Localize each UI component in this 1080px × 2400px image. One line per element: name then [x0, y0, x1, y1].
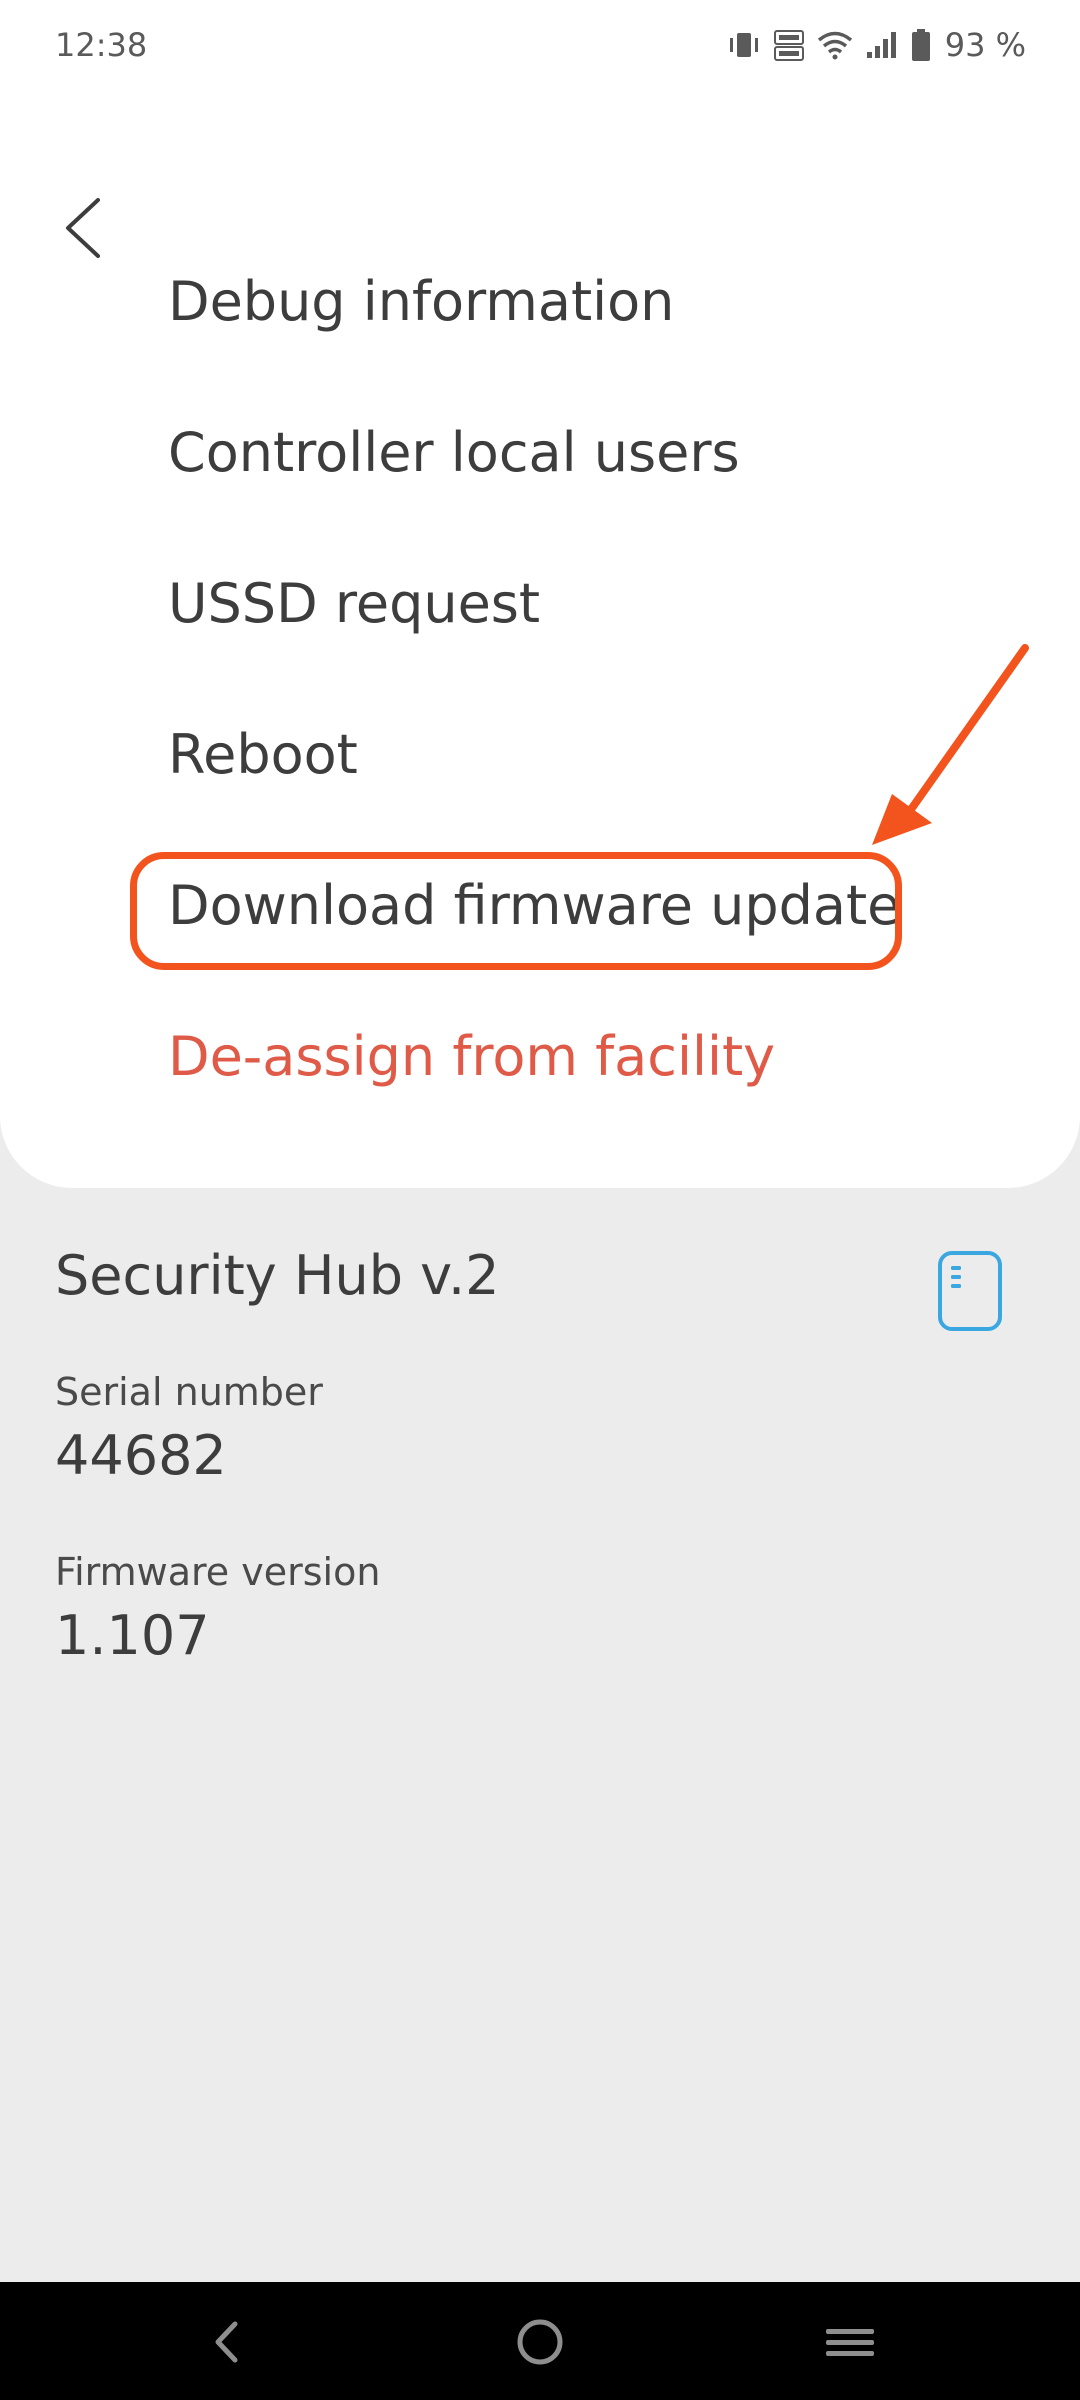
- firmware-version-value: 1.107: [55, 1604, 210, 1667]
- nav-back-button[interactable]: [188, 2302, 268, 2382]
- status-icons: 93 %: [727, 22, 1026, 68]
- wifi-icon: [817, 30, 853, 60]
- nav-home-button[interactable]: [500, 2302, 580, 2382]
- back-button[interactable]: [50, 188, 120, 268]
- battery-icon: [911, 28, 931, 62]
- serial-number-value: 44682: [55, 1424, 227, 1487]
- chevron-left-icon: [50, 198, 120, 272]
- status-bar: 12:38 93 %: [0, 0, 1080, 90]
- menu-item-deassign-from-facility[interactable]: De-assign from facility: [168, 1022, 775, 1092]
- battery-percentage: 93 %: [944, 26, 1026, 64]
- menu-item-ussd-request[interactable]: USSD request: [168, 569, 540, 639]
- device-title: Security Hub v.2: [55, 1244, 500, 1307]
- serial-number-label: Serial number: [55, 1370, 323, 1414]
- volte-icon: [773, 28, 805, 62]
- signal-icon: [865, 30, 899, 60]
- back-icon: [188, 2321, 268, 2386]
- status-time: 12:38: [55, 26, 148, 64]
- system-navigation-bar: [0, 2282, 1080, 2400]
- menu-item-debug-information[interactable]: Debug information: [168, 267, 674, 337]
- home-icon: [500, 2319, 580, 2386]
- recents-icon: [810, 2329, 890, 2386]
- menu-item-reboot[interactable]: Reboot: [168, 720, 358, 790]
- menu-item-download-firmware-update[interactable]: Download firmware update: [168, 871, 900, 941]
- menu-item-controller-local-users[interactable]: Controller local users: [168, 418, 740, 488]
- firmware-version-label: Firmware version: [55, 1550, 381, 1594]
- hub-device-icon: [937, 1250, 1003, 1332]
- vibrate-icon: [727, 30, 761, 60]
- nav-recents-button[interactable]: [810, 2302, 890, 2382]
